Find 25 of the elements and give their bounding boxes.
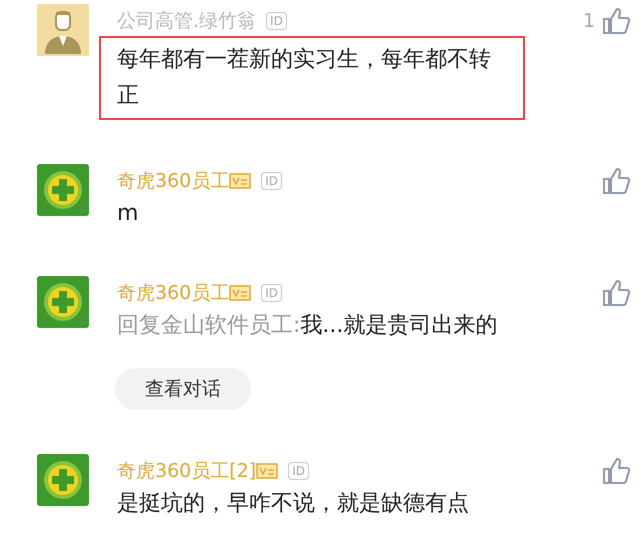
view-conversation-button[interactable]: 查看对话 [115, 368, 251, 410]
author-name[interactable]: 奇虎360员工[2] [117, 458, 256, 484]
user-avatar[interactable] [37, 4, 89, 56]
thumbs-up-icon[interactable] [601, 166, 631, 196]
id-badge: ID [261, 284, 282, 302]
verified-icon [256, 463, 278, 479]
comment-text: 是挺坑的，早咋不说，就是缺德有点 [117, 490, 470, 518]
id-badge: ID [288, 462, 309, 480]
like-count: 1 [582, 10, 595, 32]
user-avatar[interactable] [37, 164, 89, 216]
user-avatar[interactable] [37, 276, 89, 328]
author-name[interactable]: 奇虎360员工 [117, 280, 230, 306]
id-badge: ID [261, 172, 282, 190]
comment-text: m [117, 200, 140, 228]
thumbs-up-icon[interactable] [601, 6, 631, 36]
id-badge: ID [266, 12, 287, 30]
comment-text: 回复金山软件员工:我...就是贵司出来的 [117, 312, 498, 340]
author-name[interactable]: 奇虎360员工 [117, 168, 230, 194]
thumbs-up-icon[interactable] [601, 278, 631, 308]
highlighted-comment: 每年都有一茬新的实习生，每年都不转正 [99, 36, 525, 120]
user-avatar[interactable] [37, 454, 89, 506]
verified-icon [229, 173, 252, 189]
thumbs-up-icon[interactable] [601, 456, 631, 486]
author-name[interactable]: 公司高管.绿竹翁 [117, 8, 256, 34]
verified-icon [229, 285, 252, 301]
